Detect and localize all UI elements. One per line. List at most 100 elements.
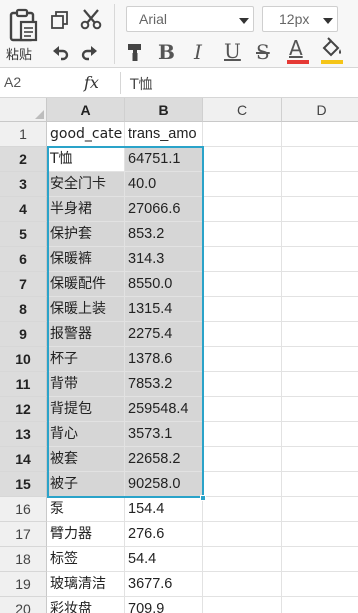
paste-label[interactable]: 粘贴 bbox=[6, 44, 32, 63]
cell-a10[interactable]: 杯子 bbox=[47, 347, 125, 372]
column-header-b[interactable]: B bbox=[125, 98, 203, 122]
cell-reference-box[interactable]: A2 bbox=[4, 74, 21, 90]
formula-input[interactable]: T恤 bbox=[130, 74, 153, 94]
cell-a7[interactable]: 保暖配件 bbox=[47, 272, 125, 297]
cell-d12[interactable] bbox=[282, 397, 358, 422]
cell-c3[interactable] bbox=[203, 172, 282, 197]
row-header[interactable]: 17 bbox=[0, 522, 47, 547]
format-painter-button[interactable] bbox=[124, 40, 146, 64]
cell-b10[interactable]: 1378.6 bbox=[125, 347, 203, 372]
row-header[interactable]: 20 bbox=[0, 597, 47, 613]
font-size-select[interactable]: 12px bbox=[262, 6, 338, 32]
row-header[interactable]: 10 bbox=[0, 347, 47, 372]
cell-a4[interactable]: 半身裙 bbox=[47, 197, 125, 222]
cell-b11[interactable]: 7853.2 bbox=[125, 372, 203, 397]
fill-color-button[interactable] bbox=[320, 36, 346, 66]
cell-a5[interactable]: 保护套 bbox=[47, 222, 125, 247]
cell-a1[interactable]: good_cate bbox=[47, 122, 125, 147]
cell-d15[interactable] bbox=[282, 472, 358, 497]
cell-b6[interactable]: 314.3 bbox=[125, 247, 203, 272]
row-header[interactable]: 19 bbox=[0, 572, 47, 597]
cell-a11[interactable]: 背带 bbox=[47, 372, 125, 397]
cell-b3[interactable]: 40.0 bbox=[125, 172, 203, 197]
undo-button[interactable] bbox=[48, 40, 72, 64]
cell-c19[interactable] bbox=[203, 572, 282, 597]
paste-button[interactable] bbox=[4, 6, 42, 44]
fill-handle[interactable] bbox=[200, 495, 206, 501]
redo-button[interactable] bbox=[78, 40, 102, 64]
cell-a3[interactable]: 安全门卡 bbox=[47, 172, 125, 197]
cell-d7[interactable] bbox=[282, 272, 358, 297]
cell-d2[interactable] bbox=[282, 147, 358, 172]
cell-c1[interactable] bbox=[203, 122, 282, 147]
cell-a6[interactable]: 保暖裤 bbox=[47, 247, 125, 272]
cell-c17[interactable] bbox=[203, 522, 282, 547]
cell-b16[interactable]: 154.4 bbox=[125, 497, 203, 522]
cut-button[interactable] bbox=[78, 6, 104, 32]
cell-d16[interactable] bbox=[282, 497, 358, 522]
copy-button[interactable] bbox=[48, 8, 72, 32]
cell-a18[interactable]: 标签 bbox=[47, 547, 125, 572]
cell-c2[interactable] bbox=[203, 147, 282, 172]
cell-c10[interactable] bbox=[203, 347, 282, 372]
cell-c4[interactable] bbox=[203, 197, 282, 222]
cell-c20[interactable] bbox=[203, 597, 282, 613]
row-header[interactable]: 16 bbox=[0, 497, 47, 522]
cell-b13[interactable]: 3573.1 bbox=[125, 422, 203, 447]
cell-d19[interactable] bbox=[282, 572, 358, 597]
bold-button[interactable]: B bbox=[158, 42, 175, 62]
cell-a16[interactable]: 泵 bbox=[47, 497, 125, 522]
cell-c12[interactable] bbox=[203, 397, 282, 422]
row-header[interactable]: 2 bbox=[0, 147, 47, 172]
cell-c7[interactable] bbox=[203, 272, 282, 297]
row-header[interactable]: 18 bbox=[0, 547, 47, 572]
row-header[interactable]: 11 bbox=[0, 372, 47, 397]
cell-d10[interactable] bbox=[282, 347, 358, 372]
cell-a14[interactable]: 被套 bbox=[47, 447, 125, 472]
cell-d8[interactable] bbox=[282, 297, 358, 322]
spreadsheet-grid[interactable]: A B C D 1 good_cate trans_amo 2 T恤 64751.1 3 安全门卡 40… bbox=[0, 98, 358, 613]
cell-a8[interactable]: 保暖上装 bbox=[47, 297, 125, 322]
cell-d9[interactable] bbox=[282, 322, 358, 347]
row-header[interactable]: 14 bbox=[0, 447, 47, 472]
cell-d11[interactable] bbox=[282, 372, 358, 397]
row-header[interactable]: 1 bbox=[0, 122, 47, 147]
cell-b20[interactable]: 709.9 bbox=[125, 597, 203, 613]
cell-c5[interactable] bbox=[203, 222, 282, 247]
row-header[interactable]: 4 bbox=[0, 197, 47, 222]
cell-b12[interactable]: 259548.4 bbox=[125, 397, 203, 422]
row-header[interactable]: 12 bbox=[0, 397, 47, 422]
cell-c15[interactable] bbox=[203, 472, 282, 497]
cell-d17[interactable] bbox=[282, 522, 358, 547]
row-header[interactable]: 7 bbox=[0, 272, 47, 297]
cell-d6[interactable] bbox=[282, 247, 358, 272]
underline-button[interactable]: U bbox=[224, 41, 241, 61]
cell-d13[interactable] bbox=[282, 422, 358, 447]
select-all-corner[interactable] bbox=[0, 98, 47, 122]
cell-b17[interactable]: 276.6 bbox=[125, 522, 203, 547]
cell-d5[interactable] bbox=[282, 222, 358, 247]
cell-a19[interactable]: 玻璃清洁 bbox=[47, 572, 125, 597]
cell-d3[interactable] bbox=[282, 172, 358, 197]
cell-b5[interactable]: 853.2 bbox=[125, 222, 203, 247]
strikethrough-button[interactable]: S bbox=[256, 42, 270, 62]
cell-c16[interactable] bbox=[203, 497, 282, 522]
row-header[interactable]: 5 bbox=[0, 222, 47, 247]
cell-a9[interactable]: 报警器 bbox=[47, 322, 125, 347]
cell-d1[interactable] bbox=[282, 122, 358, 147]
cell-b1[interactable]: trans_amo bbox=[125, 122, 203, 147]
cell-a15[interactable]: 被子 bbox=[47, 472, 125, 497]
cell-c14[interactable] bbox=[203, 447, 282, 472]
column-header-d[interactable]: D bbox=[282, 98, 358, 122]
italic-button[interactable]: I bbox=[194, 42, 202, 62]
cell-b4[interactable]: 27066.6 bbox=[125, 197, 203, 222]
cell-b8[interactable]: 1315.4 bbox=[125, 297, 203, 322]
function-icon[interactable]: fx bbox=[84, 73, 99, 92]
cell-b18[interactable]: 54.4 bbox=[125, 547, 203, 572]
cell-c18[interactable] bbox=[203, 547, 282, 572]
row-header[interactable]: 8 bbox=[0, 297, 47, 322]
row-header[interactable]: 9 bbox=[0, 322, 47, 347]
cell-c8[interactable] bbox=[203, 297, 282, 322]
cell-c6[interactable] bbox=[203, 247, 282, 272]
cell-a20[interactable]: 彩妆盘 bbox=[47, 597, 125, 613]
